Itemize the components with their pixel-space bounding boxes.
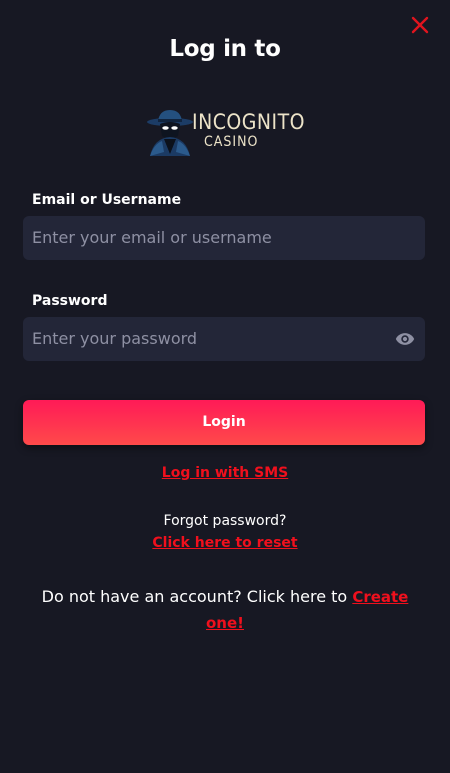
password-field[interactable]: Enter your password xyxy=(23,317,425,361)
sms-login-row: Log in with SMS xyxy=(0,465,450,481)
password-placeholder: Enter your password xyxy=(32,329,198,348)
signup-text: Do not have an account? Click here to xyxy=(41,587,353,606)
password-label: Password xyxy=(32,293,108,309)
close-button[interactable] xyxy=(410,14,430,36)
page-title: Log in to xyxy=(169,36,281,62)
email-field[interactable]: Enter your email or username xyxy=(23,216,425,260)
logo-subtitle: CASINO xyxy=(204,134,259,150)
reset-password-link[interactable]: Click here to reset xyxy=(152,535,297,551)
forgot-password-text: Forgot password? xyxy=(163,513,287,529)
casino-logo: INCOGNITO CASINO xyxy=(146,106,308,158)
close-icon xyxy=(411,16,429,34)
login-button[interactable]: Login xyxy=(23,400,425,445)
eye-icon[interactable] xyxy=(395,329,415,349)
signup-prompt: Do not have an account? Click here to Cr… xyxy=(30,584,420,636)
spy-mascot-icon xyxy=(147,110,193,156)
email-placeholder: Enter your email or username xyxy=(32,228,272,247)
sms-login-link[interactable]: Log in with SMS xyxy=(162,465,288,481)
reset-row: Click here to reset xyxy=(0,535,450,551)
email-label: Email or Username xyxy=(32,192,182,208)
logo-wordmark: INCOGNITO xyxy=(192,110,306,134)
